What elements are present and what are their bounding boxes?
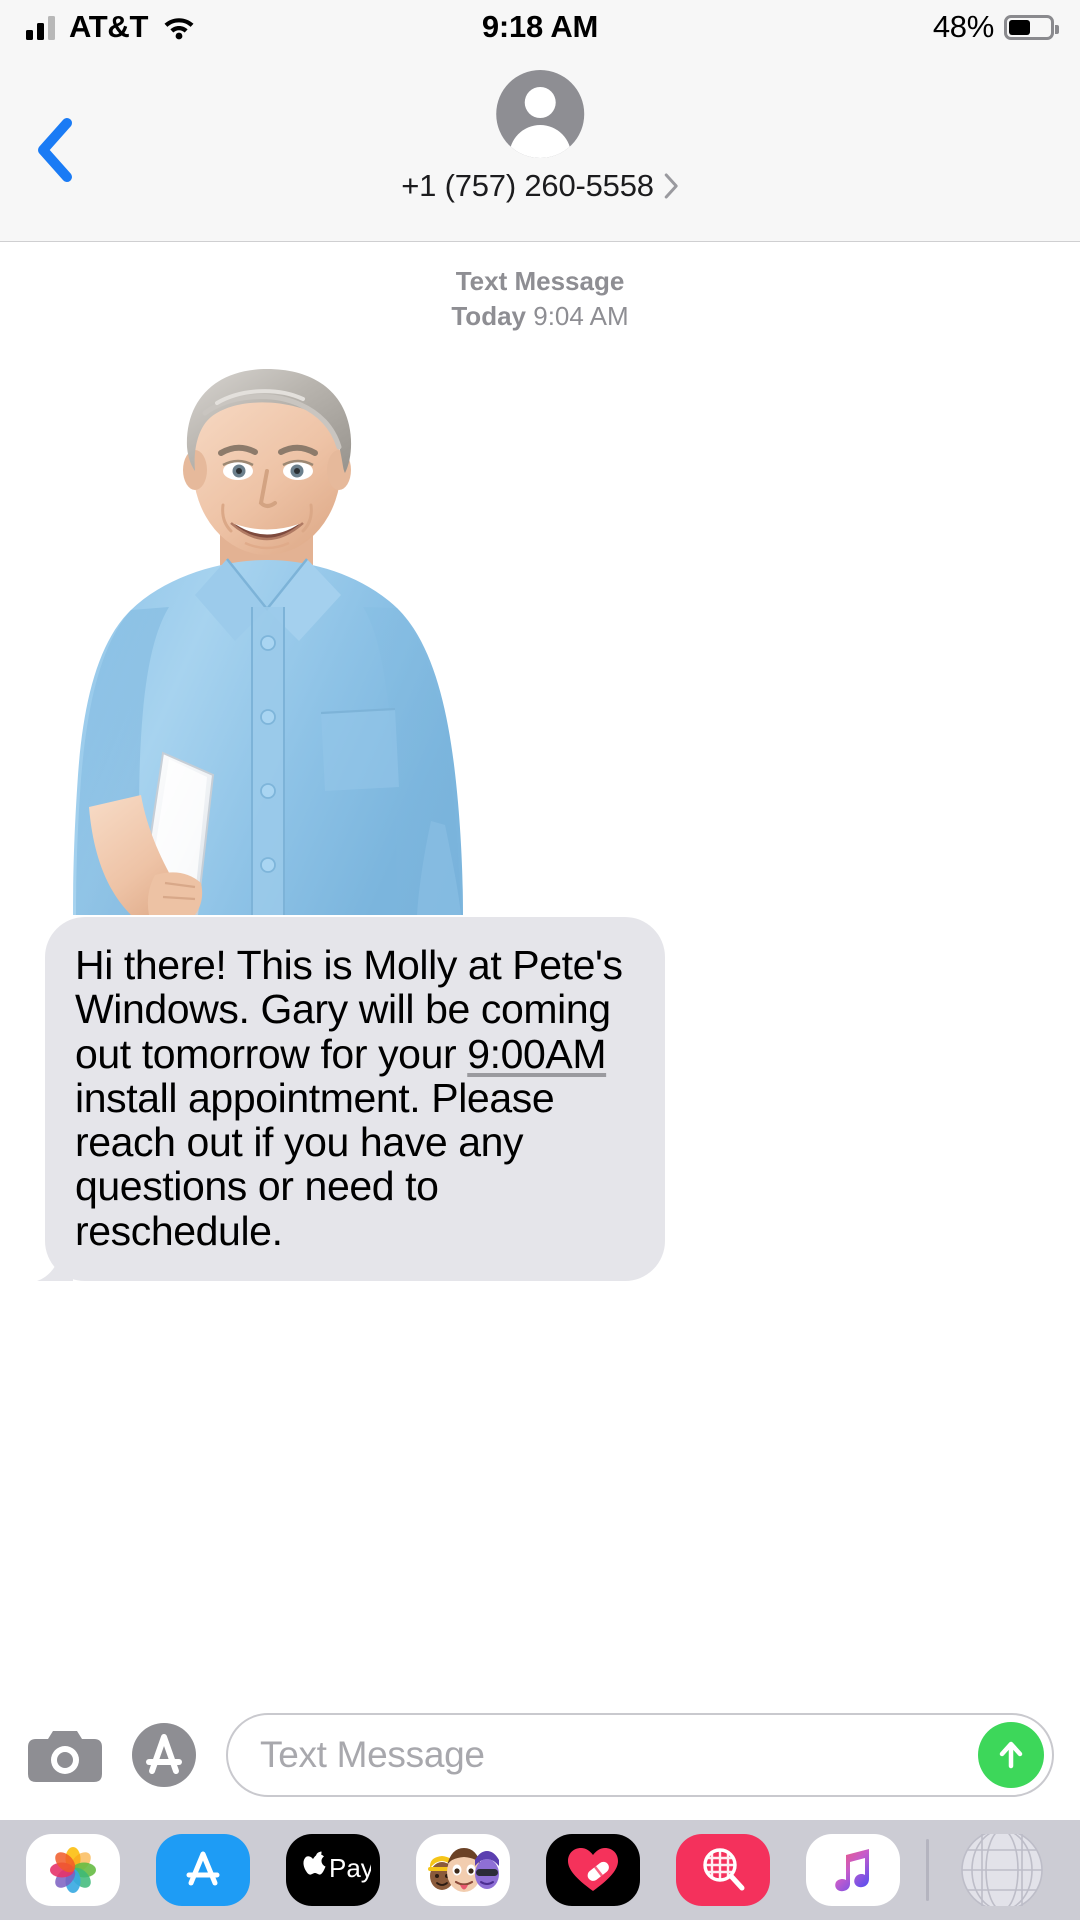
send-arrow-up-icon	[999, 1741, 1023, 1769]
app-store-a-icon	[186, 1851, 220, 1886]
globe-app-icon[interactable]	[955, 1834, 1049, 1906]
wifi-icon	[164, 18, 194, 40]
timestamp-time-label: 9:04 AM	[533, 300, 629, 331]
conversation-timestamp: Text Message Today 9:04 AM	[0, 264, 1080, 333]
digital-touch-heart-icon	[568, 1848, 618, 1891]
conversation-header: +1 (757) 260-5558	[0, 54, 1080, 242]
battery-icon	[1004, 14, 1059, 40]
apple-music-app-icon[interactable]	[806, 1834, 900, 1906]
person-placeholder-avatar	[495, 70, 584, 158]
status-bar-right: 48%	[932, 9, 1059, 45]
message-input-field[interactable]: Text Message	[226, 1713, 1054, 1797]
drawer-divider	[926, 1839, 929, 1901]
images-magnifier-grid-icon	[703, 1848, 745, 1891]
message-text: Hi there! This is Molly at Pete's Window…	[75, 943, 635, 1253]
message-text-part-3: install appointment. Please reach out if…	[75, 1074, 555, 1254]
contact-phone-number: +1 (757) 260-5558	[401, 168, 654, 203]
message-input-placeholder: Text Message	[260, 1734, 485, 1775]
camera-icon	[28, 1731, 102, 1782]
cellular-bars-icon	[26, 14, 55, 40]
contact-name-row: +1 (757) 260-5558	[401, 168, 679, 204]
apple-pay-app-icon[interactable]: Pay	[286, 1834, 380, 1906]
send-button[interactable]	[978, 1722, 1044, 1788]
message-input-toolbar: Text Message	[0, 1690, 1080, 1820]
svg-text:Pay: Pay	[329, 1853, 371, 1883]
bubble-tail	[33, 1239, 73, 1282]
message-time-link[interactable]: 9:00AM	[467, 1031, 606, 1077]
message-photo-attachment[interactable]	[45, 355, 490, 916]
images-search-app-icon[interactable]	[676, 1834, 770, 1906]
photos-flower-icon	[50, 1847, 96, 1893]
apple-pay-wordmark-icon: Pay	[303, 1851, 371, 1883]
message-bubble-incoming[interactable]: Hi there! This is Molly at Pete's Window…	[37, 917, 665, 1282]
messages-screen: AT&T 9:18 AM 48% +1 (757) 260-5558 Text …	[0, 0, 1080, 1920]
back-button[interactable]	[14, 110, 94, 190]
music-note-icon	[835, 1849, 869, 1892]
battery-percent-label: 48%	[932, 9, 994, 44]
imessage-app-drawer[interactable]: Pay	[0, 1820, 1080, 1920]
photo-of-man-in-blue-shirt	[45, 355, 490, 916]
status-bar-left: AT&T	[26, 9, 196, 45]
photos-app-icon[interactable]	[26, 1834, 120, 1906]
chevron-left-icon	[38, 118, 72, 182]
digital-touch-app-icon[interactable]	[546, 1834, 640, 1906]
memoji-faces-icon	[428, 1848, 499, 1892]
message-row-incoming: Hi there! This is Molly at Pete's Window…	[0, 917, 1080, 1282]
carrier-label: AT&T	[69, 9, 149, 44]
camera-button[interactable]	[28, 1725, 102, 1785]
app-store-icon	[132, 1723, 196, 1787]
timestamp-day-label: Today	[451, 300, 526, 331]
status-bar: AT&T 9:18 AM 48%	[0, 0, 1080, 54]
memoji-app-icon[interactable]	[416, 1834, 510, 1906]
contact-info-button[interactable]: +1 (757) 260-5558	[401, 70, 679, 204]
apps-button[interactable]	[130, 1721, 198, 1789]
app-store-app-icon[interactable]	[156, 1834, 250, 1906]
timestamp-when-label: Today 9:04 AM	[0, 299, 1080, 334]
timestamp-kind-label: Text Message	[455, 266, 625, 296]
globe-icon	[961, 1834, 1043, 1906]
chevron-right-icon	[664, 173, 678, 199]
message-list[interactable]: Text Message Today 9:04 AM Hi there! Thi…	[0, 242, 1080, 1690]
